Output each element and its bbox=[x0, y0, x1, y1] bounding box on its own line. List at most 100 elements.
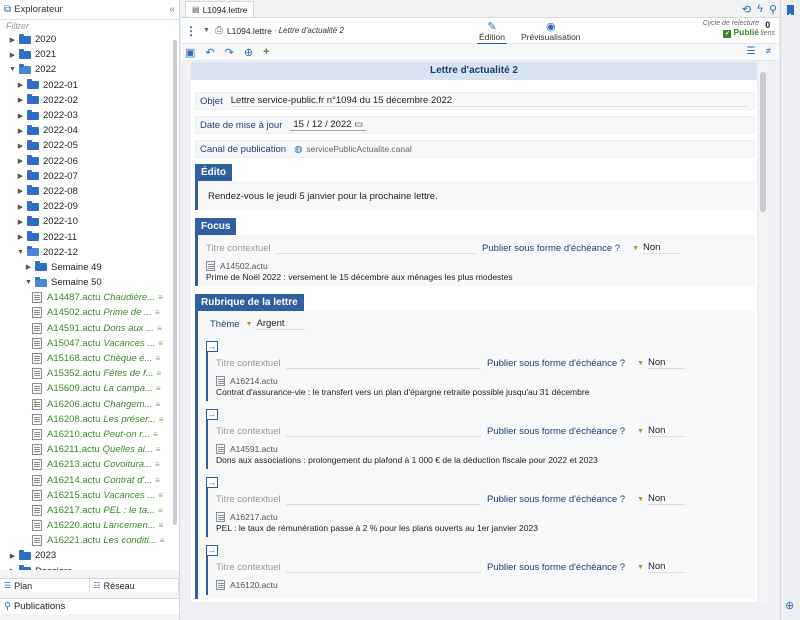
document-tab[interactable]: ▤ L1094.lettre bbox=[185, 1, 255, 17]
tree-document[interactable]: A16221.actu Les conditi... ≡ bbox=[0, 533, 179, 548]
history-icon[interactable]: ⟲ bbox=[742, 3, 751, 16]
save-icon[interactable]: ▣ bbox=[185, 46, 195, 59]
item-ref[interactable]: A16120.actu bbox=[216, 580, 747, 590]
tree-document[interactable]: A16217.actu PEL : le ta... ≡ bbox=[0, 503, 179, 518]
mode-edit-button[interactable]: ✎ Édition bbox=[477, 20, 507, 45]
chevron-down-icon[interactable]: ▼ bbox=[8, 66, 17, 73]
tree-folder[interactable]: ▶ Semaine 49 bbox=[0, 260, 179, 275]
explorer-scrollbar[interactable] bbox=[173, 40, 177, 525]
focus-ref[interactable]: A14502.actu bbox=[206, 261, 751, 271]
insert-arrow-icon[interactable]: → bbox=[206, 477, 218, 488]
publish-select[interactable]: Non bbox=[643, 242, 681, 254]
chevron-down-icon[interactable]: ▼ bbox=[632, 245, 639, 252]
tree-folder[interactable]: ▼ 2022-12 bbox=[0, 245, 179, 260]
not-equal-icon[interactable]: ≠ bbox=[766, 46, 772, 57]
item-ref[interactable]: A16214.actu bbox=[216, 376, 747, 386]
chevron-right-icon[interactable]: ▶ bbox=[16, 96, 25, 104]
chevron-right-icon[interactable]: ▶ bbox=[16, 218, 25, 226]
form-scrollbar[interactable] bbox=[759, 62, 767, 602]
tree-document[interactable]: A15352.actu Fêtes de f... ≡ bbox=[0, 366, 179, 381]
tree-document[interactable]: A15047.actu Vacances ... ≡ bbox=[0, 336, 179, 351]
publish-select[interactable]: Non bbox=[648, 425, 686, 437]
list-options-icon[interactable]: ☰ bbox=[747, 46, 756, 57]
chevron-right-icon[interactable]: ▶ bbox=[8, 552, 17, 560]
title-input[interactable]: Titre contextuel bbox=[216, 426, 286, 437]
chevron-right-icon[interactable]: ▶ bbox=[16, 142, 25, 150]
review-cycle[interactable]: Cycle de relecture ✓ Publié bbox=[703, 20, 759, 38]
tree-document[interactable]: A16213.actu Covoitura... ≡ bbox=[0, 457, 179, 472]
filter-input[interactable]: Filtrer bbox=[0, 20, 179, 32]
insert-arrow-icon[interactable]: → bbox=[206, 545, 218, 556]
tree-folder[interactable]: ▶ Dossiers bbox=[0, 564, 179, 570]
tree-folder[interactable]: ▶ 2023 bbox=[0, 548, 179, 563]
tree-document[interactable]: A15609.actu La campa... ≡ bbox=[0, 381, 179, 396]
tree-document[interactable]: A14502.actu Prime de ... ≡ bbox=[0, 305, 179, 320]
tree-folder[interactable]: ▶ 2022-05 bbox=[0, 138, 179, 153]
tree-folder[interactable]: ▶ 2022-08 bbox=[0, 184, 179, 199]
chevron-right-icon[interactable]: ▶ bbox=[16, 157, 25, 165]
title-input[interactable]: Titre contextuel bbox=[216, 562, 286, 573]
chevron-down-icon[interactable]: ▼ bbox=[24, 279, 33, 286]
insert-arrow-icon[interactable]: → bbox=[206, 341, 218, 352]
tree-folder[interactable]: ▼ Semaine 50 bbox=[0, 275, 179, 290]
date-input[interactable]: 15 / 12 / 2022 ▭ bbox=[290, 119, 367, 131]
tree-folder[interactable]: ▶ 2022-03 bbox=[0, 108, 179, 123]
chevron-right-icon[interactable]: ▶ bbox=[24, 263, 33, 271]
add-icon[interactable]: + bbox=[263, 46, 269, 58]
chevron-down-icon[interactable]: ▼ bbox=[203, 27, 210, 34]
tree-folder[interactable]: ▶ 2022-02 bbox=[0, 93, 179, 108]
lightning-icon[interactable]: ϟ bbox=[757, 3, 763, 16]
publish-select[interactable]: Non bbox=[648, 493, 686, 505]
bookmark-icon[interactable] bbox=[787, 5, 794, 16]
tree-folder[interactable]: ▶ 2022-07 bbox=[0, 169, 179, 184]
calendar-icon[interactable]: ▭ bbox=[354, 119, 363, 130]
chevron-right-icon[interactable]: ▶ bbox=[16, 203, 25, 211]
undo-icon[interactable]: ↶ bbox=[205, 46, 214, 59]
links-counter[interactable]: 0 liens bbox=[761, 20, 775, 37]
chevron-right-icon[interactable]: ▶ bbox=[16, 112, 25, 120]
chevron-down-icon[interactable]: ▼ bbox=[637, 496, 644, 503]
chevron-down-icon[interactable]: ▼ bbox=[246, 321, 253, 328]
chevron-right-icon[interactable]: ▶ bbox=[8, 36, 17, 44]
collapse-icon[interactable]: « bbox=[169, 4, 175, 15]
publish-select[interactable]: Non bbox=[648, 357, 686, 369]
item-ref[interactable]: A14591.actu bbox=[216, 444, 747, 454]
objet-input[interactable]: Lettre service-public.fr n°1094 du 15 dé… bbox=[230, 95, 748, 107]
zoom-icon[interactable]: ⊕ bbox=[785, 599, 794, 612]
theme-select[interactable]: Argent bbox=[256, 318, 305, 330]
chevron-down-icon[interactable]: ▼ bbox=[637, 428, 644, 435]
tab-plan[interactable]: ☰ Plan bbox=[0, 579, 90, 592]
tree-document[interactable]: A14487.actu Chaudière... ≡ bbox=[0, 290, 179, 305]
tree-folder[interactable]: ▶ 2022-04 bbox=[0, 123, 179, 138]
edito-text[interactable]: Rendez-vous le jeudi 5 janvier pour la p… bbox=[206, 185, 751, 206]
canal-value[interactable]: servicePublicActualite.canal bbox=[306, 144, 411, 154]
chevron-down-icon[interactable]: ▼ bbox=[16, 249, 25, 256]
more-menu-icon[interactable]: ⋮ bbox=[185, 24, 197, 38]
chevron-right-icon[interactable]: ▶ bbox=[16, 187, 25, 195]
title-input[interactable]: Titre contextuel bbox=[216, 494, 286, 505]
chevron-right-icon[interactable]: ▶ bbox=[8, 567, 17, 570]
tree-document[interactable]: A14591.actu Dons aux ... ≡ bbox=[0, 321, 179, 336]
target-icon[interactable]: ⊕ bbox=[244, 46, 253, 59]
chevron-right-icon[interactable]: ▶ bbox=[8, 51, 17, 59]
chevron-right-icon[interactable]: ▶ bbox=[16, 172, 25, 180]
chevron-right-icon[interactable]: ▶ bbox=[16, 233, 25, 241]
search-icon[interactable]: ⚲ bbox=[769, 3, 777, 16]
tree-document[interactable]: A16214.actu Contrat d'... ≡ bbox=[0, 472, 179, 487]
tree-document[interactable]: A16215.actu Vacances ... ≡ bbox=[0, 488, 179, 503]
tree-folder[interactable]: ▶ 2022-11 bbox=[0, 229, 179, 244]
chevron-down-icon[interactable]: ▼ bbox=[637, 360, 644, 367]
title-input[interactable]: Titre contextuel bbox=[216, 358, 286, 369]
tree-document[interactable]: A16210.actu Peut-on r... ≡ bbox=[0, 427, 179, 442]
tree-folder[interactable]: ▶ 2022-09 bbox=[0, 199, 179, 214]
item-ref[interactable]: A16217.actu bbox=[216, 512, 747, 522]
tree-folder[interactable]: ▶ 2022-10 bbox=[0, 214, 179, 229]
mode-preview-button[interactable]: ◉ Prévisualisation bbox=[521, 20, 581, 45]
form-scroll-thumb[interactable] bbox=[760, 72, 766, 212]
tree-document[interactable]: A16211.actu Quelles ai... ≡ bbox=[0, 442, 179, 457]
redo-icon[interactable]: ↷ bbox=[225, 46, 234, 59]
tree-folder[interactable]: ▼ 2022 bbox=[0, 62, 179, 77]
publish-select[interactable]: Non bbox=[648, 561, 686, 573]
tree-document[interactable]: A16208.actu Les préser... ≡ bbox=[0, 412, 179, 427]
tree-folder[interactable]: ▶ 2020 bbox=[0, 32, 179, 47]
